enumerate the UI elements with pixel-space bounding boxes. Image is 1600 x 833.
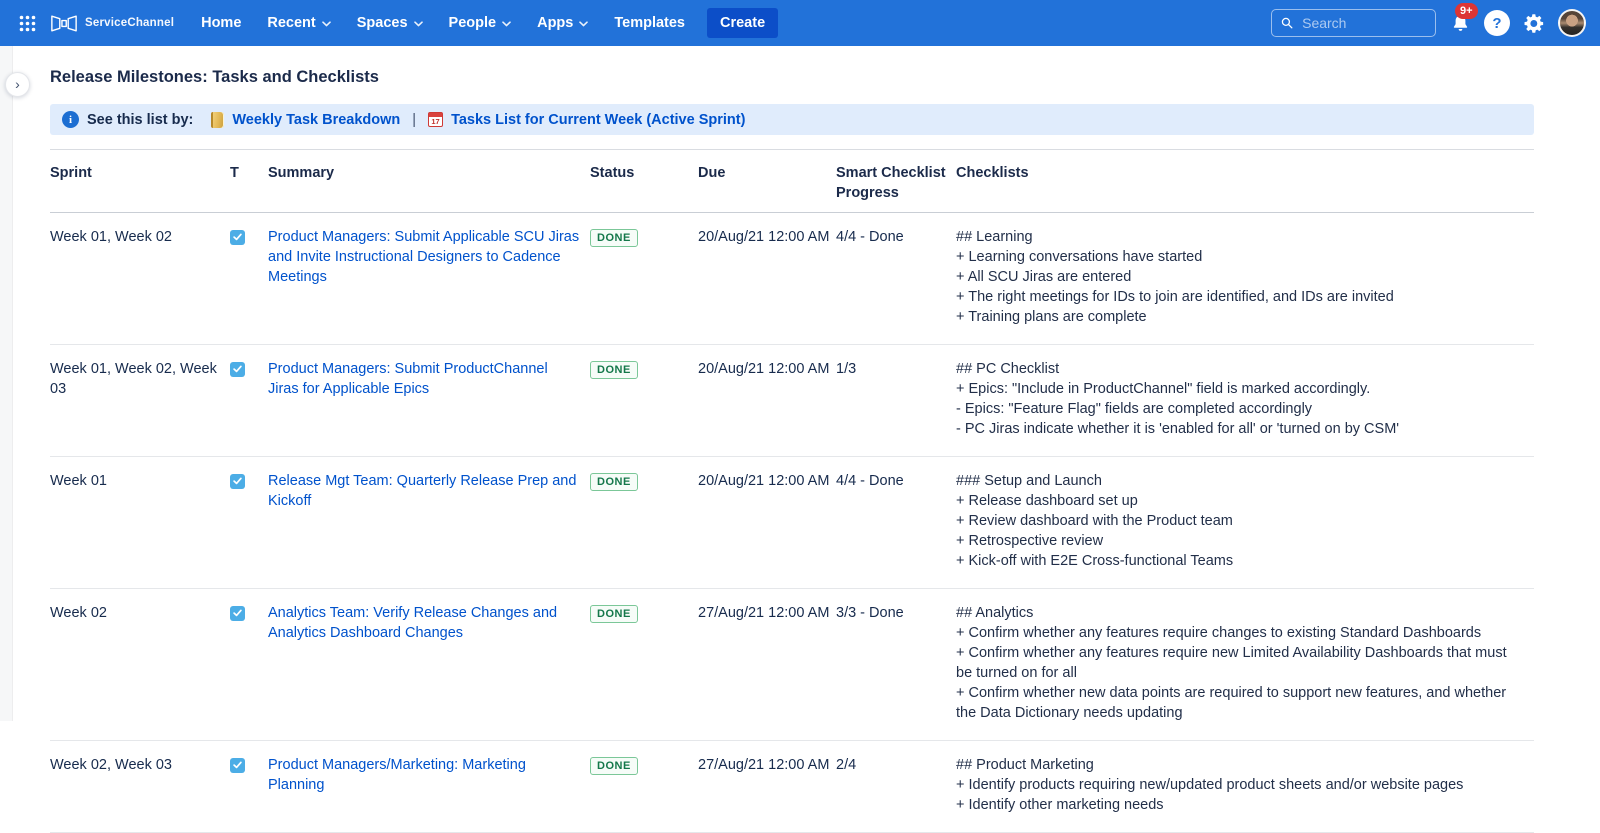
chevron-down-icon (502, 21, 511, 27)
summary-link[interactable]: Analytics Team: Verify Release Changes a… (268, 605, 557, 641)
status-badge: DONE (590, 605, 638, 623)
sprint-cell: Week 02 (50, 589, 230, 741)
task-type-icon (230, 474, 245, 489)
table-header-row: Sprint T Summary Status Due Smart Checkl… (50, 150, 1534, 213)
checklist-cell: ## Analytics + Confirm whether any featu… (956, 603, 1524, 723)
collapsed-sidebar (0, 46, 13, 721)
nav-item-people[interactable]: People (436, 0, 525, 46)
table-row: Week 01 Release Mgt Team: Quarterly Rele… (50, 457, 1534, 589)
due-cell: 20/Aug/21 12:00 AM (698, 457, 836, 589)
due-cell: 27/Aug/21 12:00 AM (698, 589, 836, 741)
column-header-progress: Smart Checklist Progress (836, 150, 956, 213)
nav-item-apps[interactable]: Apps (524, 0, 601, 46)
sprint-cell: Week 02, Week 03 (50, 741, 230, 833)
summary-link[interactable]: Product Managers/Marketing: Marketing Pl… (268, 757, 526, 793)
question-mark-icon: ? (1492, 15, 1501, 32)
info-banner: i See this list by: Weekly Task Breakdow… (50, 104, 1534, 135)
progress-cell: 3/3 - Done (836, 589, 956, 741)
status-badge: DONE (590, 361, 638, 379)
create-button[interactable]: Create (707, 8, 778, 38)
due-cell: 20/Aug/21 12:00 AM (698, 345, 836, 457)
user-avatar[interactable] (1558, 9, 1586, 37)
main-area: Release Milestones: Tasks and Checklists… (13, 46, 1600, 721)
help-button[interactable]: ? (1484, 10, 1510, 36)
progress-cell: 2/4 (836, 741, 956, 833)
top-navbar: ServiceChannel Home Recent Spaces People… (0, 0, 1600, 46)
page-title: Release Milestones: Tasks and Checklists (50, 68, 1534, 87)
status-badge: DONE (590, 473, 638, 491)
issues-table: Sprint T Summary Status Due Smart Checkl… (50, 149, 1534, 833)
nav-item-spaces[interactable]: Spaces (344, 0, 436, 46)
due-cell: 27/Aug/21 12:00 AM (698, 741, 836, 833)
banner-prefix: See this list by: (87, 112, 193, 128)
checklist-cell: ## PC Checklist + Epics: "Include in Pro… (956, 359, 1524, 439)
info-icon: i (62, 111, 79, 128)
gear-icon (1523, 12, 1546, 35)
sprint-cell: Week 01, Week 02, Week 03 (50, 345, 230, 457)
page-content: › Release Milestones: Tasks and Checklis… (0, 46, 1600, 721)
summary-link[interactable]: Product Managers: Submit Applicable SCU … (268, 229, 579, 285)
progress-cell: 4/4 - Done (836, 457, 956, 589)
brand-name: ServiceChannel (85, 17, 174, 29)
summary-link[interactable]: Release Mgt Team: Quarterly Release Prep… (268, 473, 576, 509)
progress-cell: 4/4 - Done (836, 213, 956, 345)
search-input[interactable] (1300, 14, 1426, 32)
settings-button[interactable] (1519, 6, 1549, 40)
chevron-down-icon (414, 21, 423, 27)
nav-item-recent[interactable]: Recent (254, 0, 343, 46)
app-grid-icon (19, 15, 36, 32)
table-row: Week 02, Week 03 Product Managers/Market… (50, 741, 1534, 833)
task-type-icon (230, 606, 245, 621)
column-header-checklists: Checklists (956, 150, 1534, 213)
checklist-cell: ## Learning + Learning conversations hav… (956, 227, 1524, 327)
search-box[interactable] (1271, 9, 1436, 37)
due-cell: 20/Aug/21 12:00 AM (698, 213, 836, 345)
table-row: Week 02 Analytics Team: Verify Release C… (50, 589, 1534, 741)
column-header-summary: Summary (268, 150, 590, 213)
progress-cell: 1/3 (836, 345, 956, 457)
ledger-icon (211, 112, 224, 128)
sprint-cell: Week 01 (50, 457, 230, 589)
banner-separator: | (412, 112, 416, 128)
column-header-type: T (230, 150, 268, 213)
status-badge: DONE (590, 757, 638, 775)
notification-badge: 9+ (1455, 3, 1478, 19)
nav-item-home[interactable]: Home (188, 0, 254, 46)
notifications-button[interactable]: 9+ (1445, 6, 1475, 40)
table-row: Week 01, Week 02 Product Managers: Submi… (50, 213, 1534, 345)
table-row: Week 01, Week 02, Week 03 Product Manage… (50, 345, 1534, 457)
sidebar-expand-button[interactable]: › (5, 72, 30, 97)
search-icon (1281, 16, 1293, 30)
banner-link-weekly-task-breakdown[interactable]: Weekly Task Breakdown (232, 112, 400, 128)
chevron-down-icon (322, 21, 331, 27)
task-type-icon (230, 758, 245, 773)
checklist-cell: ### Setup and Launch + Release dashboard… (956, 471, 1524, 571)
task-type-icon (230, 362, 245, 377)
banner-link-current-week[interactable]: Tasks List for Current Week (Active Spri… (451, 112, 745, 128)
sprint-cell: Week 01, Week 02 (50, 213, 230, 345)
status-badge: DONE (590, 229, 638, 247)
task-type-icon (230, 230, 245, 245)
column-header-status: Status (590, 150, 698, 213)
checklist-cell: ## Product Marketing + Identify products… (956, 755, 1524, 815)
column-header-sprint: Sprint (50, 150, 230, 213)
nav-item-templates[interactable]: Templates (601, 0, 698, 46)
calendar-icon: 17 (428, 112, 443, 127)
summary-link[interactable]: Product Managers: Submit ProductChannel … (268, 361, 548, 397)
chevron-down-icon (579, 21, 588, 27)
brand-logo[interactable]: ServiceChannel (50, 14, 174, 33)
servicechannel-logo-icon (50, 14, 78, 33)
column-header-due: Due (698, 150, 836, 213)
app-switcher-button[interactable] (10, 6, 44, 40)
